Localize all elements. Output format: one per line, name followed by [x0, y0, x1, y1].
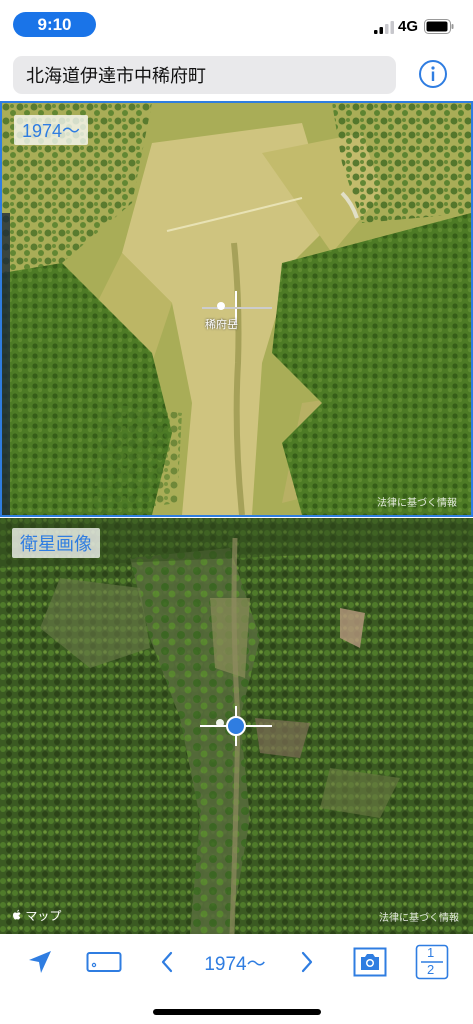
chevron-left-icon	[161, 951, 173, 973]
historic-aerial-map[interactable]: 1974〜 稀府岳 法律に基づく情報	[0, 101, 473, 517]
apple-maps-attribution: マップ	[12, 907, 61, 924]
status-bar: 9:10 4G	[0, 0, 473, 50]
screenshot-button[interactable]	[350, 934, 390, 990]
historic-aerial-imagery	[2, 103, 471, 515]
chevron-right-icon	[301, 951, 313, 973]
next-era-button[interactable]	[292, 934, 322, 990]
apple-logo-icon	[13, 909, 21, 920]
bottom-toolbar: 1974〜 1 2	[0, 934, 473, 990]
location-arrow-icon	[29, 951, 51, 973]
battery-icon	[424, 19, 454, 34]
current-location-button[interactable]	[22, 934, 58, 990]
search-row: 北海道伊達市中稀府町	[0, 50, 473, 100]
status-time: 9:10	[13, 12, 96, 37]
era-selector[interactable]: 1974〜	[190, 934, 280, 990]
network-type: 4G	[398, 18, 419, 35]
bottom-legal-link[interactable]: 法律に基づく情報	[379, 909, 459, 924]
page-number-top: 1	[427, 945, 435, 960]
historic-era-label[interactable]: 1974〜	[14, 115, 89, 145]
camera-icon	[353, 947, 387, 977]
top-legal-link[interactable]: 法律に基づく情報	[377, 494, 457, 509]
current-location-dot	[226, 716, 246, 736]
page-number-bottom: 2	[427, 962, 435, 977]
info-icon[interactable]	[418, 59, 448, 89]
apple-maps-label: マップ	[25, 909, 62, 923]
split-view-toggle[interactable]: 1 2	[414, 934, 450, 990]
satellite-era-label[interactable]: 衛星画像	[12, 528, 100, 558]
signal-icon	[374, 21, 394, 34]
home-indicator[interactable]	[153, 1009, 321, 1015]
address-search-field[interactable]: 北海道伊達市中稀府町	[13, 56, 396, 94]
satellite-map[interactable]: 衛星画像 マップ 法律に基づく情報	[0, 518, 473, 934]
ticket-icon	[86, 952, 122, 972]
summit-place-label: 稀府岳	[205, 319, 238, 331]
map-type-button[interactable]	[84, 934, 124, 990]
previous-era-button[interactable]	[152, 934, 182, 990]
